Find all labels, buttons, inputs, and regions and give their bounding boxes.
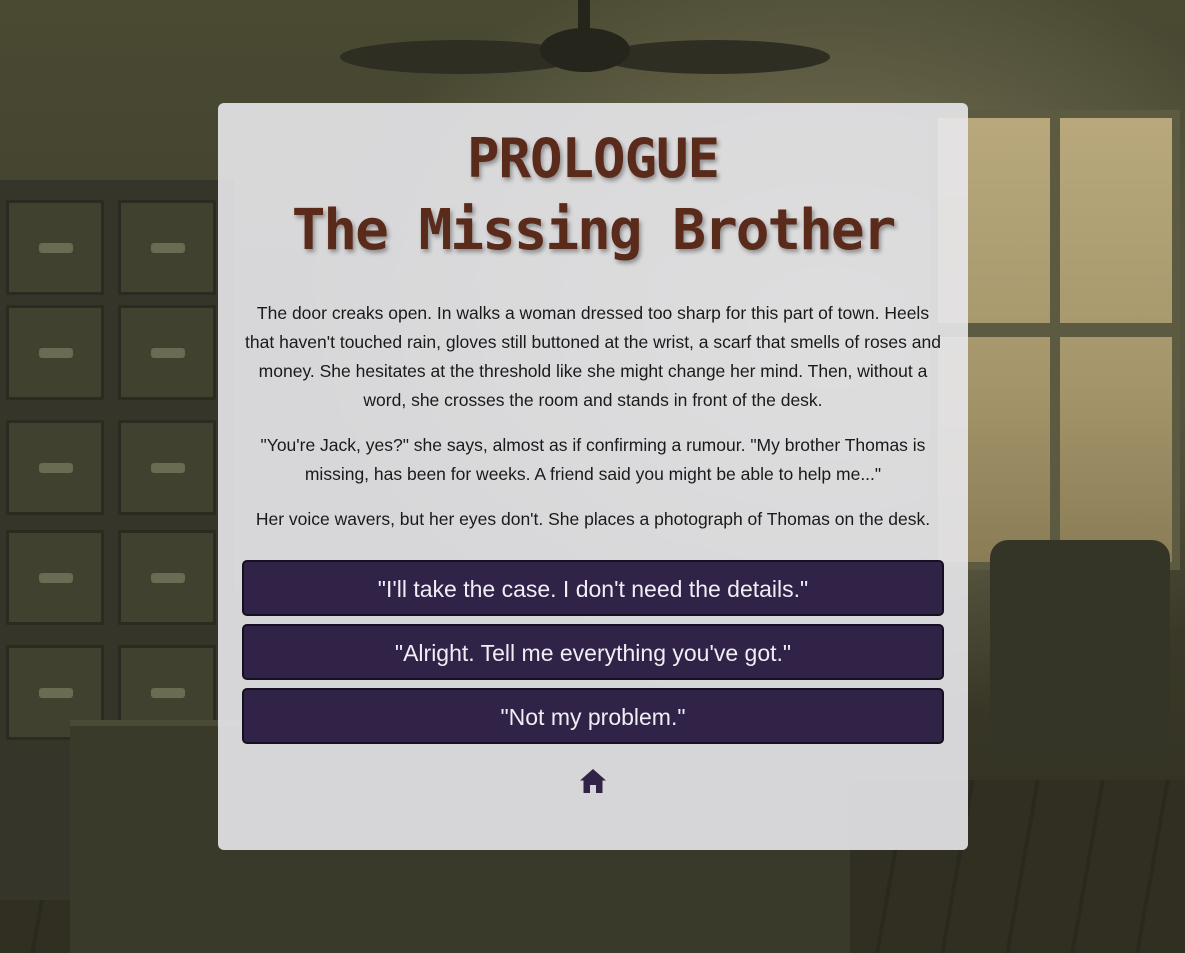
cabinet-drawer — [118, 530, 216, 625]
cabinet-drawer — [118, 200, 216, 295]
cabinet-drawer — [6, 305, 104, 400]
cabinet-drawer — [6, 530, 104, 625]
choice-button-tell-me[interactable]: "Alright. Tell me everything you've got.… — [242, 624, 944, 680]
story-paragraph: "You're Jack, yes?" she says, almost as … — [260, 435, 926, 484]
cabinet-drawer — [118, 420, 216, 515]
chapter-name: The Missing Brother — [291, 198, 897, 263]
choice-button-take-case[interactable]: "I'll take the case. I don't need the de… — [242, 560, 944, 616]
office-chair — [990, 540, 1170, 760]
story-paragraph: The door creaks open. In walks a woman d… — [245, 303, 941, 410]
fan-blade — [600, 40, 830, 74]
cabinet-drawer — [6, 420, 104, 515]
cabinet-drawer — [118, 305, 216, 400]
story-panel: PROLOGUE The Missing Brother The door cr… — [218, 103, 968, 850]
home-nav — [242, 766, 944, 801]
story-paragraph: Her voice wavers, but her eyes don't. Sh… — [255, 509, 931, 529]
home-icon[interactable] — [578, 766, 608, 796]
chapter-title: PROLOGUE The Missing Brother — [242, 103, 944, 269]
story-text: The door creaks open. In walks a woman d… — [242, 299, 944, 534]
fan-hub — [540, 28, 630, 72]
chapter-label: PROLOGUE — [466, 127, 720, 190]
cabinet-drawer — [6, 200, 104, 295]
choice-button-not-my-problem[interactable]: "Not my problem." — [242, 688, 944, 744]
choice-list: "I'll take the case. I don't need the de… — [242, 560, 944, 744]
